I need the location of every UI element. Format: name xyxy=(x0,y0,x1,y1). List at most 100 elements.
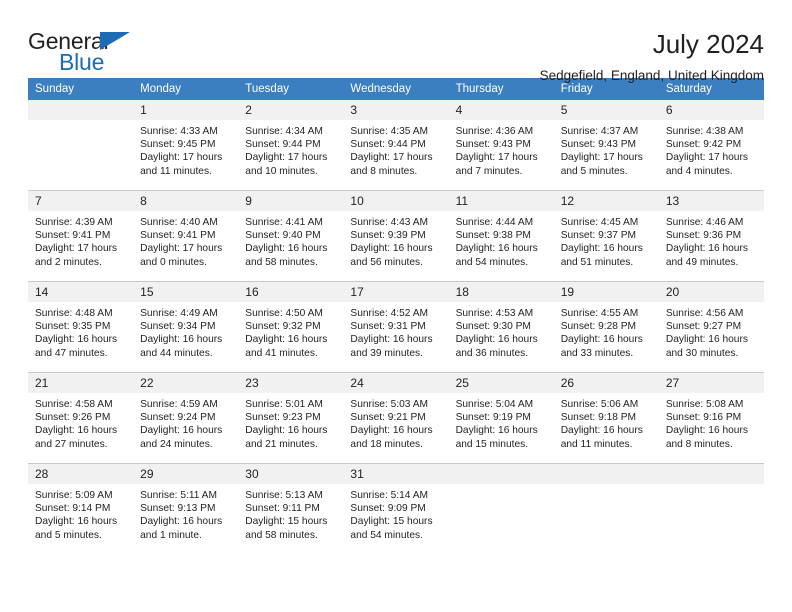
sunrise-time: Sunrise: 5:14 AM xyxy=(350,490,429,501)
sunrise-time: Sunrise: 5:01 AM xyxy=(245,399,323,410)
page-subtitle: Sedgefield, England, United Kingdom xyxy=(539,68,764,84)
day-details: Sunrise: 4:55 AM Sunset: 9:28 PM Daylight:… xyxy=(554,302,659,360)
day-details: Sunrise: 4:35 AM Sunset: 9:44 PM Daylight:… xyxy=(343,120,448,178)
day-number xyxy=(448,464,554,484)
calendar-day-cell[interactable]: 27 Sunrise: 5:08 AM Sunset: 9:16 PM Dayligh… xyxy=(658,372,764,464)
day-details: Sunrise: 4:43 AM Sunset: 9:39 PM Daylight:… xyxy=(343,211,448,269)
calendar-day-cell[interactable]: 28 Sunrise: 5:09 AM Sunset: 9:14 PM Dayligh… xyxy=(28,463,134,554)
daylight-duration-line2: and 58 minutes. xyxy=(245,256,318,268)
sunset-time: Sunset: 9:43 PM xyxy=(455,139,531,151)
calendar-day-cell[interactable]: 18 Sunrise: 4:53 AM Sunset: 9:30 PM Dayligh… xyxy=(448,281,554,373)
sunset-time: Sunset: 9:34 PM xyxy=(140,321,216,333)
sunrise-time: Sunrise: 4:37 AM xyxy=(560,126,639,137)
calendar-day-cell[interactable]: 4 Sunrise: 4:36 AM Sunset: 9:43 PM Daylight… xyxy=(448,100,554,191)
day-details: Sunrise: 5:01 AM Sunset: 9:23 PM Daylight:… xyxy=(238,393,343,451)
sunrise-time: Sunrise: 4:33 AM xyxy=(140,126,218,137)
day-number: 29 xyxy=(133,464,239,484)
day-number: 30 xyxy=(238,464,344,484)
day-details: Sunrise: 4:34 AM Sunset: 9:44 PM Daylight:… xyxy=(238,120,343,178)
calendar-day-cell[interactable]: 9 Sunrise: 4:41 AM Sunset: 9:40 PM Daylight… xyxy=(238,190,344,282)
calendar-day-cell[interactable]: 17 Sunrise: 4:52 AM Sunset: 9:31 PM Dayligh… xyxy=(343,281,449,373)
calendar-day-cell[interactable]: 14 Sunrise: 4:48 AM Sunset: 9:35 PM Dayligh… xyxy=(28,281,134,373)
calendar-day-cell[interactable]: 26 Sunrise: 5:06 AM Sunset: 9:18 PM Dayligh… xyxy=(553,372,659,464)
day-number: 21 xyxy=(28,373,134,393)
sunset-time: Sunset: 9:31 PM xyxy=(350,321,426,333)
calendar-day-cell[interactable]: 22 Sunrise: 4:59 AM Sunset: 9:24 PM Dayligh… xyxy=(133,372,239,464)
sunset-time: Sunset: 9:32 PM xyxy=(245,321,321,333)
sunset-time: Sunset: 9:42 PM xyxy=(665,139,742,151)
calendar-page: General Blue July 2024 Sedgefield, Engla… xyxy=(0,0,792,612)
calendar-day-cell[interactable]: 16 Sunrise: 4:50 AM Sunset: 9:32 PM Dayligh… xyxy=(238,281,344,373)
daylight-duration-line2: and 56 minutes. xyxy=(350,256,423,268)
calendar-day-cell[interactable]: 20 Sunrise: 4:56 AM Sunset: 9:27 PM Dayligh… xyxy=(658,281,764,373)
sunset-time: Sunset: 9:21 PM xyxy=(350,412,426,424)
calendar-day-cell[interactable]: 10 Sunrise: 4:43 AM Sunset: 9:39 PM Dayligh… xyxy=(343,190,449,282)
day-number xyxy=(553,464,659,484)
day-number xyxy=(658,464,764,484)
calendar-day-cell[interactable]: 31 Sunrise: 5:14 AM Sunset: 9:09 PM Dayligh… xyxy=(343,463,449,554)
day-number: 12 xyxy=(553,191,659,211)
daylight-duration-line1: Daylight: 16 hours xyxy=(350,243,433,255)
sunrise-time: Sunrise: 4:53 AM xyxy=(455,308,534,319)
daylight-duration-line2: and 0 minutes. xyxy=(140,256,207,268)
daylight-duration-line1: Daylight: 16 hours xyxy=(665,425,748,437)
sunset-time: Sunset: 9:45 PM xyxy=(140,139,216,151)
daylight-duration-line1: Daylight: 16 hours xyxy=(455,425,538,437)
daylight-duration-line2: and 1 minute. xyxy=(140,529,202,541)
calendar-day-cell[interactable]: 7 Sunrise: 4:39 AM Sunset: 9:41 PM Daylight… xyxy=(28,190,134,282)
sunrise-time: Sunrise: 4:48 AM xyxy=(35,308,113,319)
sunset-time: Sunset: 9:19 PM xyxy=(455,412,531,424)
sunrise-time: Sunrise: 4:38 AM xyxy=(665,126,744,137)
daylight-duration-line1: Daylight: 17 hours xyxy=(560,152,643,164)
day-number: 27 xyxy=(658,373,764,393)
day-number: 24 xyxy=(343,373,449,393)
day-details: Sunrise: 5:08 AM Sunset: 9:16 PM Daylight:… xyxy=(659,393,764,451)
daylight-duration-line1: Daylight: 16 hours xyxy=(140,516,223,528)
daylight-duration-line1: Daylight: 15 hours xyxy=(245,516,328,528)
sunrise-time: Sunrise: 4:59 AM xyxy=(140,399,218,410)
calendar-day-cell[interactable]: 2 Sunrise: 4:34 AM Sunset: 9:44 PM Daylight… xyxy=(238,100,344,191)
calendar-day-cell[interactable]: 5 Sunrise: 4:37 AM Sunset: 9:43 PM Daylight… xyxy=(553,100,659,191)
calendar-day-cell[interactable]: 30 Sunrise: 5:13 AM Sunset: 9:11 PM Dayligh… xyxy=(238,463,344,554)
daylight-duration-line1: Daylight: 16 hours xyxy=(140,334,223,346)
day-number xyxy=(28,100,134,120)
calendar-day-cell[interactable]: 11 Sunrise: 4:44 AM Sunset: 9:38 PM Dayligh… xyxy=(448,190,554,282)
calendar-day-cell[interactable]: 13 Sunrise: 4:46 AM Sunset: 9:36 PM Dayligh… xyxy=(658,190,764,282)
calendar-day-cell[interactable]: 8 Sunrise: 4:40 AM Sunset: 9:41 PM Daylight… xyxy=(133,190,239,282)
sunset-time: Sunset: 9:23 PM xyxy=(245,412,321,424)
daylight-duration-line1: Daylight: 17 hours xyxy=(455,152,538,164)
calendar-day-cell[interactable]: 23 Sunrise: 5:01 AM Sunset: 9:23 PM Dayligh… xyxy=(238,372,344,464)
general-blue-logo[interactable]: General Blue xyxy=(28,28,138,75)
day-number: 28 xyxy=(28,464,134,484)
calendar-day-cell[interactable]: 6 Sunrise: 4:38 AM Sunset: 9:42 PM Daylight… xyxy=(658,100,764,191)
calendar-day-cell[interactable]: 19 Sunrise: 4:55 AM Sunset: 9:28 PM Dayligh… xyxy=(553,281,659,373)
day-number: 5 xyxy=(553,100,659,120)
calendar-day-cell[interactable]: 29 Sunrise: 5:11 AM Sunset: 9:13 PM Dayligh… xyxy=(133,463,239,554)
calendar-day-cell[interactable]: 15 Sunrise: 4:49 AM Sunset: 9:34 PM Dayligh… xyxy=(133,281,239,373)
daylight-duration-line1: Daylight: 16 hours xyxy=(560,334,643,346)
day-details: Sunrise: 4:56 AM Sunset: 9:27 PM Daylight:… xyxy=(659,302,764,360)
sunset-time: Sunset: 9:39 PM xyxy=(350,230,426,242)
day-details: Sunrise: 4:40 AM Sunset: 9:41 PM Daylight:… xyxy=(133,211,238,269)
day-details: Sunrise: 4:59 AM Sunset: 9:24 PM Daylight:… xyxy=(133,393,238,451)
weekday-header-wednesday: Wednesday xyxy=(343,78,449,100)
day-number: 2 xyxy=(238,100,344,120)
daylight-duration-line1: Daylight: 16 hours xyxy=(35,425,118,437)
sunset-time: Sunset: 9:28 PM xyxy=(560,321,637,333)
sunset-time: Sunset: 9:43 PM xyxy=(560,139,637,151)
day-details: Sunrise: 4:44 AM Sunset: 9:38 PM Daylight:… xyxy=(449,211,554,269)
daylight-duration-line1: Daylight: 16 hours xyxy=(665,334,748,346)
calendar-day-cell[interactable]: 25 Sunrise: 5:04 AM Sunset: 9:19 PM Dayligh… xyxy=(448,372,554,464)
calendar-day-cell[interactable]: 1 Sunrise: 4:33 AM Sunset: 9:45 PM Daylight… xyxy=(133,100,239,191)
logo-text-blue: Blue xyxy=(59,49,105,75)
page-title: July 2024 xyxy=(652,29,764,59)
calendar-day-cell[interactable]: 21 Sunrise: 4:58 AM Sunset: 9:26 PM Dayligh… xyxy=(28,372,134,464)
sunrise-time: Sunrise: 5:09 AM xyxy=(35,490,113,501)
calendar-day-cell[interactable]: 12 Sunrise: 4:45 AM Sunset: 9:37 PM Dayligh… xyxy=(553,190,659,282)
day-number: 26 xyxy=(553,373,659,393)
calendar-day-cell[interactable]: 24 Sunrise: 5:03 AM Sunset: 9:21 PM Dayligh… xyxy=(343,372,449,464)
sunrise-time: Sunrise: 4:39 AM xyxy=(35,217,113,228)
day-details: Sunrise: 5:06 AM Sunset: 9:18 PM Daylight:… xyxy=(554,393,659,451)
weekday-header-sunday: Sunday xyxy=(28,78,134,100)
calendar-day-cell[interactable]: 3 Sunrise: 4:35 AM Sunset: 9:44 PM Daylight… xyxy=(343,100,449,191)
